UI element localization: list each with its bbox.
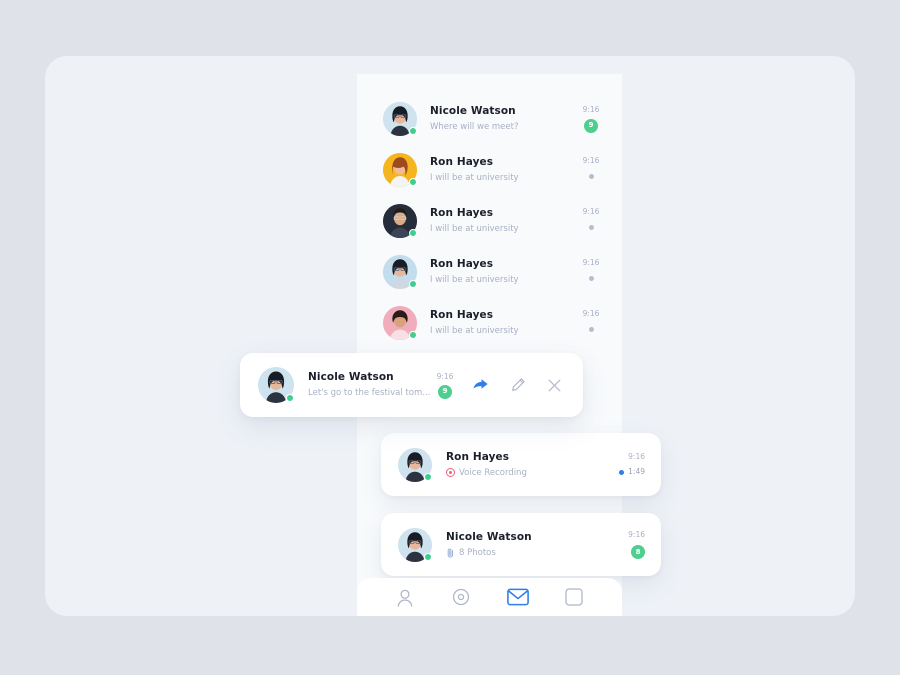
contact-name: Ron Hayes [430, 257, 494, 270]
conversation-meta: 9:16 [576, 207, 606, 234]
timestamp: 9:16 [436, 371, 454, 381]
contact-name: Ron Hayes [430, 308, 494, 321]
pencil-edit-icon[interactable] [509, 377, 526, 394]
timestamp: 9:16 [582, 156, 600, 165]
read-dot [588, 225, 594, 230]
profile-circle-icon[interactable] [394, 586, 416, 608]
conversation-meta: 9:16 [576, 156, 606, 183]
contact-name: Nicole Watson [446, 530, 532, 543]
voice-duration: 1:49 [619, 467, 645, 477]
preview-text: I will be at university [430, 325, 519, 336]
avatar[interactable] [398, 527, 432, 562]
message-preview: 8 Photos [446, 546, 628, 560]
conversation-row[interactable]: Ron Hayes I will be at university 9:16 [357, 195, 622, 246]
conversation-row[interactable]: Ron Hayes I will be at university 9:16 [357, 297, 622, 348]
message-preview: Voice Recording [446, 466, 619, 480]
conversation-text: Ron Hayes I will be at university [430, 206, 576, 236]
forward-arrow-icon[interactable] [472, 377, 489, 394]
timestamp: 9:16 [628, 452, 645, 461]
preview-text: Let's go to the festival tom... [308, 388, 431, 398]
preview-text: Voice Recording [459, 467, 527, 478]
avatar[interactable] [258, 367, 294, 403]
conversation-meta: 9:16 1:49 [619, 452, 645, 477]
timestamp: 9:16 [582, 207, 600, 216]
read-dot [588, 327, 594, 332]
message-preview: I will be at university [430, 324, 576, 338]
unread-badge: 9 [438, 384, 452, 399]
message-preview: I will be at university [430, 222, 576, 236]
contact-name: Ron Hayes [430, 155, 494, 168]
read-dot [588, 276, 594, 281]
paperclip-icon [447, 548, 453, 558]
conversation-text: Ron Hayes Voice Recording [446, 450, 619, 480]
conversation-meta: 9:16 9 [576, 105, 606, 133]
highlighted-conversation-card[interactable]: Nicole Watson Let's go to the festival t… [240, 353, 583, 417]
contact-name: Ron Hayes [430, 206, 494, 219]
contact-name: Ron Hayes [446, 450, 510, 463]
preview-text: I will be at university [430, 223, 519, 234]
unplayed-dot-icon [619, 469, 625, 475]
conversation-row[interactable]: Ron Hayes I will be at university 9:16 [357, 246, 622, 297]
message-preview: Let's go to the festival tom... [308, 386, 432, 400]
timestamp: 9:16 [582, 104, 600, 114]
bookmark-square-icon[interactable] [563, 586, 585, 608]
avatar[interactable] [383, 203, 417, 238]
conversation-row[interactable]: Ron Hayes I will be at university 9:16 [357, 144, 622, 195]
conversation-meta: 9:16 [576, 258, 606, 285]
card-actions [472, 377, 567, 394]
online-indicator [409, 228, 417, 237]
record-circle-icon [446, 468, 455, 477]
bottom-navigation [357, 578, 622, 616]
camera-target-icon[interactable] [450, 586, 472, 608]
conversation-row[interactable]: Nicole Watson Where will we meet? 9:16 9 [357, 93, 622, 144]
online-indicator [286, 394, 294, 402]
preview-text: I will be at university [430, 274, 519, 285]
online-indicator [424, 472, 432, 481]
avatar[interactable] [398, 447, 432, 482]
conversation-text: Nicole Watson 8 Photos [446, 530, 628, 560]
contact-name: Nicole Watson [430, 104, 516, 117]
preview-text: I will be at university [430, 172, 519, 183]
app-panel: Nicole Watson Where will we meet? 9:16 9… [45, 56, 855, 616]
conversation-text: Ron Hayes I will be at university [430, 308, 576, 338]
voice-recording-card[interactable]: Ron Hayes Voice Recording 9:16 1:49 [381, 433, 661, 496]
unread-badge: 8 [631, 545, 645, 559]
read-dot [588, 174, 594, 179]
conversation-text: Ron Hayes I will be at university [430, 155, 576, 185]
timestamp: 9:16 [628, 530, 645, 539]
preview-text: 8 Photos [459, 547, 496, 558]
conversation-meta: 9:16 8 [628, 530, 645, 559]
conversation-text: Nicole Watson Where will we meet? [430, 104, 576, 134]
avatar[interactable] [383, 254, 417, 289]
avatar[interactable] [383, 152, 417, 187]
photos-attachment-card[interactable]: Nicole Watson 8 Photos 9:16 8 [381, 513, 661, 576]
contact-name: Nicole Watson [308, 371, 394, 383]
duration-text: 1:49 [628, 467, 645, 476]
timestamp: 9:16 [582, 309, 600, 318]
conversation-text: Ron Hayes I will be at university [430, 257, 576, 287]
conversation-meta: 9:16 9 [432, 372, 458, 399]
timestamp: 9:16 [582, 258, 600, 267]
online-indicator [424, 552, 432, 561]
mail-envelope-icon[interactable] [506, 586, 529, 608]
online-indicator [409, 279, 417, 288]
message-preview: Where will we meet? [430, 120, 576, 134]
message-preview: I will be at university [430, 273, 576, 287]
online-indicator [409, 177, 417, 186]
unread-badge: 9 [584, 118, 598, 133]
close-x-icon[interactable] [546, 377, 563, 394]
online-indicator [409, 330, 417, 339]
online-indicator [409, 126, 417, 135]
avatar[interactable] [383, 305, 417, 340]
message-preview: I will be at university [430, 171, 576, 185]
conversation-meta: 9:16 [576, 309, 606, 336]
avatar[interactable] [383, 101, 417, 136]
preview-text: Where will we meet? [430, 121, 519, 132]
conversation-text: Nicole Watson Let's go to the festival t… [308, 370, 432, 400]
